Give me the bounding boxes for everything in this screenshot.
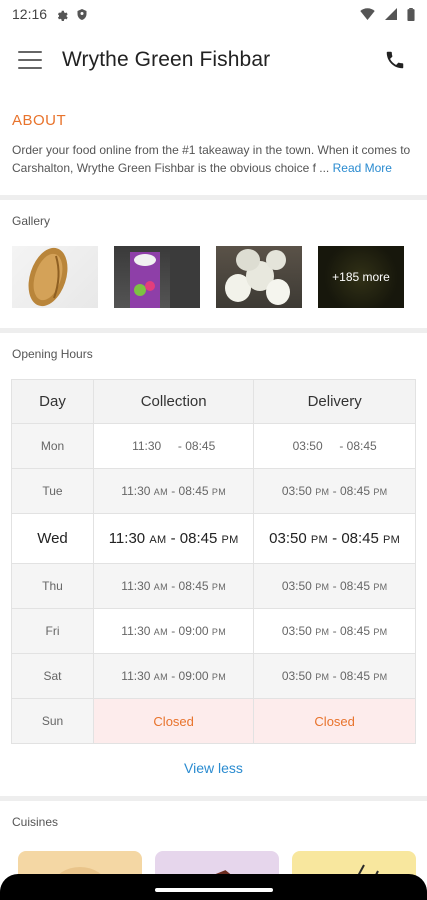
table-row-today: Wed 11:30 AM - 08:45 PM 03:50 PM - 08:45… bbox=[11, 513, 416, 564]
day-cell: Fri bbox=[11, 608, 94, 654]
gallery-more[interactable]: +185 more bbox=[318, 246, 404, 308]
signal-icon bbox=[385, 8, 397, 20]
app-bar: Wrythe Green Fishbar bbox=[0, 28, 427, 92]
home-indicator[interactable] bbox=[154, 888, 273, 892]
day-cell: Tue bbox=[11, 468, 94, 514]
gallery-image-eggs[interactable] bbox=[216, 246, 302, 308]
cuisines-label: Cuisines bbox=[12, 815, 59, 829]
about-section: ABOUT Order your food online from the #1… bbox=[0, 92, 427, 195]
collection-cell: 11:30 AM - 08:45 PM bbox=[92, 513, 255, 564]
day-cell: Thu bbox=[11, 563, 94, 609]
view-less-link[interactable]: View less bbox=[11, 744, 416, 796]
gallery-label: Gallery bbox=[12, 214, 51, 228]
hamburger-menu-icon[interactable] bbox=[18, 51, 42, 69]
table-header-row: Day Collection Delivery bbox=[11, 379, 416, 424]
delivery-cell: 03:50 - 08:45 bbox=[253, 423, 416, 469]
day-cell: Mon bbox=[11, 423, 94, 469]
status-time: 12:16 bbox=[12, 6, 48, 22]
header-day: Day bbox=[11, 379, 94, 424]
gallery-image-drink[interactable] bbox=[114, 246, 200, 308]
table-row: Tue 11:30 AM - 08:45 PM 03:50 PM - 08:45… bbox=[11, 468, 416, 514]
delivery-cell: 03:50 PM - 08:45 PM bbox=[253, 653, 416, 699]
table-row: Thu 11:30 AM - 08:45 PM 03:50 PM - 08:45… bbox=[11, 563, 416, 609]
header-delivery: Delivery bbox=[253, 379, 416, 424]
collection-closed-cell: Closed bbox=[92, 698, 255, 744]
read-more-link[interactable]: Read More bbox=[333, 161, 392, 175]
battery-icon bbox=[407, 7, 415, 21]
table-row: Fri 11:30 AM - 09:00 PM 03:50 PM - 08:45… bbox=[11, 608, 416, 654]
about-title: ABOUT bbox=[12, 112, 67, 129]
opening-hours-table: Day Collection Delivery Mon 11:30 - 08:4… bbox=[11, 379, 416, 744]
collection-cell: 11:30 AM - 09:00 PM bbox=[92, 653, 255, 699]
about-text: Order your food online from the #1 takea… bbox=[12, 141, 415, 177]
table-row: Mon 11:30 - 08:45 03:50 - 08:45 bbox=[11, 423, 416, 469]
opening-hours-section: Day Collection Delivery Mon 11:30 - 08:4… bbox=[0, 361, 427, 796]
gallery-more-label: +185 more bbox=[318, 246, 404, 308]
shield-icon bbox=[76, 8, 88, 21]
header-collection: Collection bbox=[92, 379, 255, 424]
day-cell: Sun bbox=[11, 698, 94, 744]
delivery-cell: 03:50 PM - 08:45 PM bbox=[253, 468, 416, 514]
opening-hours-label: Opening Hours bbox=[12, 347, 93, 361]
phone-icon[interactable] bbox=[381, 46, 409, 74]
gallery-image-fish[interactable] bbox=[12, 246, 98, 308]
collection-cell: 11:30 AM - 08:45 PM bbox=[92, 563, 255, 609]
collection-cell: 11:30 - 08:45 bbox=[92, 423, 255, 469]
wifi-icon bbox=[360, 8, 375, 20]
day-cell: Sat bbox=[11, 653, 94, 699]
page-title: Wrythe Green Fishbar bbox=[62, 48, 271, 71]
gesture-navigation-bar bbox=[0, 874, 427, 900]
table-row: Sat 11:30 AM - 09:00 PM 03:50 PM - 08:45… bbox=[11, 653, 416, 699]
delivery-cell: 03:50 PM - 08:45 PM bbox=[253, 513, 416, 564]
collection-cell: 11:30 AM - 08:45 PM bbox=[92, 468, 255, 514]
gear-icon bbox=[55, 8, 68, 21]
delivery-closed-cell: Closed bbox=[253, 698, 416, 744]
delivery-cell: 03:50 PM - 08:45 PM bbox=[253, 563, 416, 609]
status-bar: 12:16 bbox=[0, 0, 427, 28]
delivery-cell: 03:50 PM - 08:45 PM bbox=[253, 608, 416, 654]
collection-cell: 11:30 AM - 09:00 PM bbox=[92, 608, 255, 654]
gallery: +185 more bbox=[0, 228, 427, 328]
table-row: Sun Closed Closed bbox=[11, 698, 416, 744]
day-cell: Wed bbox=[11, 513, 94, 564]
